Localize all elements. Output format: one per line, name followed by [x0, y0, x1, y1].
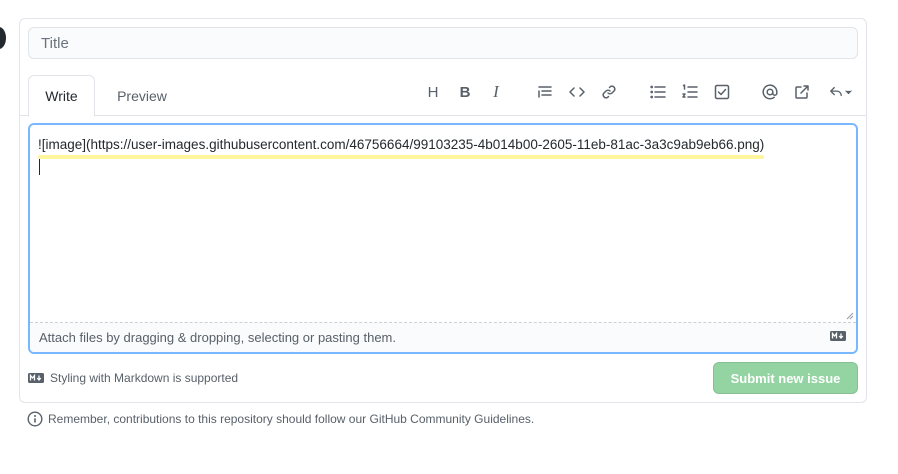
mention-button[interactable] — [757, 79, 783, 105]
numbered-list-button[interactable] — [677, 79, 703, 105]
markdown-icon — [28, 373, 44, 383]
community-guidelines-note: Remember, contributions to this reposito… — [27, 411, 534, 427]
attach-files-bar[interactable]: Attach files by dragging & dropping, sel… — [30, 323, 856, 352]
resize-handle-icon[interactable] — [846, 312, 854, 320]
reply-button[interactable] — [825, 79, 857, 105]
bulleted-list-icon — [650, 85, 666, 99]
title-input[interactable] — [28, 27, 858, 59]
info-icon — [27, 411, 43, 427]
mention-icon — [762, 84, 778, 100]
heading-icon: H — [427, 83, 439, 101]
comment-editor[interactable]: ![image](https://user-images.githubuserc… — [28, 123, 858, 354]
tab-write[interactable]: Write — [28, 75, 95, 117]
reference-button[interactable] — [789, 79, 815, 105]
heading-button[interactable]: H — [420, 79, 446, 105]
chevron-down-icon — [845, 90, 852, 95]
tab-preview[interactable]: Preview — [102, 75, 182, 117]
bulleted-list-button[interactable] — [645, 79, 671, 105]
quote-icon — [538, 86, 552, 98]
numbered-list-icon — [682, 84, 698, 98]
markdown-support-text: Styling with Markdown is supported — [50, 371, 239, 385]
italic-button[interactable]: I — [483, 79, 509, 105]
avatar — [0, 27, 6, 49]
form-footer: Styling with Markdown is supported Submi… — [28, 362, 858, 394]
markdown-icon — [830, 331, 846, 341]
editor-content: ![image](https://user-images.githubuserc… — [38, 135, 765, 159]
bold-button[interactable]: B — [452, 79, 478, 105]
bold-icon: B — [459, 83, 471, 101]
task-list-icon — [714, 84, 730, 100]
link-button[interactable] — [596, 79, 622, 105]
guidelines-text[interactable]: Remember, contributions to this reposito… — [48, 412, 534, 426]
code-button[interactable] — [564, 79, 590, 105]
markdown-support-note[interactable]: Styling with Markdown is supported — [28, 371, 238, 385]
editor-content-text: ![image](https://user-images.githubuserc… — [38, 137, 765, 152]
reference-icon — [795, 85, 809, 99]
quote-button[interactable] — [532, 79, 558, 105]
content-highlight — [38, 155, 765, 159]
italic-icon: I — [493, 82, 499, 101]
attach-files-hint: Attach files by dragging & dropping, sel… — [39, 330, 396, 345]
link-icon — [602, 85, 616, 99]
comment-textarea[interactable]: ![image](https://user-images.githubuserc… — [30, 125, 856, 323]
text-caret — [39, 159, 40, 175]
code-icon — [569, 87, 585, 97]
task-list-button[interactable] — [709, 79, 735, 105]
submit-issue-button[interactable]: Submit new issue — [713, 362, 858, 394]
reply-icon — [830, 86, 842, 97]
